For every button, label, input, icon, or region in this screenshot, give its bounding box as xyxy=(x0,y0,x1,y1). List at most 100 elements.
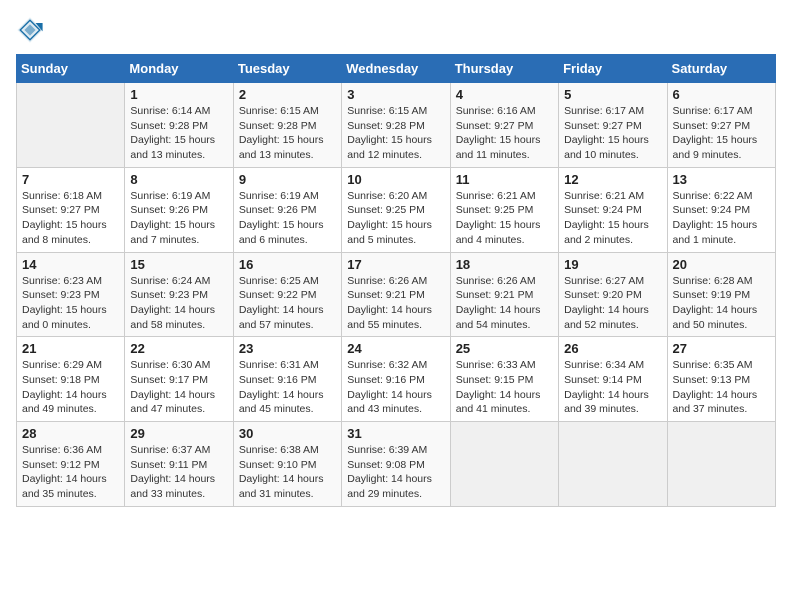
day-number: 13 xyxy=(673,172,770,187)
calendar-cell xyxy=(450,422,558,507)
weekday-header-sunday: Sunday xyxy=(17,55,125,83)
cell-data: Sunrise: 6:28 AM Sunset: 9:19 PM Dayligh… xyxy=(673,274,770,333)
cell-data: Sunrise: 6:14 AM Sunset: 9:28 PM Dayligh… xyxy=(130,104,227,163)
day-number: 26 xyxy=(564,341,661,356)
weekday-header-wednesday: Wednesday xyxy=(342,55,450,83)
calendar-cell: 23 Sunrise: 6:31 AM Sunset: 9:16 PM Dayli… xyxy=(233,337,341,422)
day-number: 4 xyxy=(456,87,553,102)
calendar-cell: 6 Sunrise: 6:17 AM Sunset: 9:27 PM Daylig… xyxy=(667,83,775,168)
weekday-header-thursday: Thursday xyxy=(450,55,558,83)
cell-data: Sunrise: 6:31 AM Sunset: 9:16 PM Dayligh… xyxy=(239,358,336,417)
cell-data: Sunrise: 6:32 AM Sunset: 9:16 PM Dayligh… xyxy=(347,358,444,417)
calendar-cell xyxy=(667,422,775,507)
cell-data: Sunrise: 6:20 AM Sunset: 9:25 PM Dayligh… xyxy=(347,189,444,248)
cell-data: Sunrise: 6:21 AM Sunset: 9:24 PM Dayligh… xyxy=(564,189,661,248)
day-number: 19 xyxy=(564,257,661,272)
calendar-cell: 4 Sunrise: 6:16 AM Sunset: 9:27 PM Daylig… xyxy=(450,83,558,168)
calendar-cell: 19 Sunrise: 6:27 AM Sunset: 9:20 PM Dayli… xyxy=(559,252,667,337)
day-number: 16 xyxy=(239,257,336,272)
cell-data: Sunrise: 6:33 AM Sunset: 9:15 PM Dayligh… xyxy=(456,358,553,417)
cell-data: Sunrise: 6:19 AM Sunset: 9:26 PM Dayligh… xyxy=(239,189,336,248)
cell-data: Sunrise: 6:29 AM Sunset: 9:18 PM Dayligh… xyxy=(22,358,119,417)
day-number: 28 xyxy=(22,426,119,441)
cell-data: Sunrise: 6:17 AM Sunset: 9:27 PM Dayligh… xyxy=(673,104,770,163)
day-number: 24 xyxy=(347,341,444,356)
day-number: 25 xyxy=(456,341,553,356)
day-number: 2 xyxy=(239,87,336,102)
day-number: 1 xyxy=(130,87,227,102)
calendar-cell: 26 Sunrise: 6:34 AM Sunset: 9:14 PM Dayli… xyxy=(559,337,667,422)
day-number: 27 xyxy=(673,341,770,356)
calendar-cell: 10 Sunrise: 6:20 AM Sunset: 9:25 PM Dayli… xyxy=(342,167,450,252)
calendar-cell: 17 Sunrise: 6:26 AM Sunset: 9:21 PM Dayli… xyxy=(342,252,450,337)
day-number: 3 xyxy=(347,87,444,102)
logo xyxy=(16,16,48,44)
day-number: 30 xyxy=(239,426,336,441)
cell-data: Sunrise: 6:36 AM Sunset: 9:12 PM Dayligh… xyxy=(22,443,119,502)
day-number: 7 xyxy=(22,172,119,187)
calendar-cell xyxy=(559,422,667,507)
cell-data: Sunrise: 6:39 AM Sunset: 9:08 PM Dayligh… xyxy=(347,443,444,502)
day-number: 17 xyxy=(347,257,444,272)
cell-data: Sunrise: 6:16 AM Sunset: 9:27 PM Dayligh… xyxy=(456,104,553,163)
calendar-cell: 7 Sunrise: 6:18 AM Sunset: 9:27 PM Daylig… xyxy=(17,167,125,252)
calendar-cell: 24 Sunrise: 6:32 AM Sunset: 9:16 PM Dayli… xyxy=(342,337,450,422)
day-number: 11 xyxy=(456,172,553,187)
calendar-week-2: 7 Sunrise: 6:18 AM Sunset: 9:27 PM Daylig… xyxy=(17,167,776,252)
calendar-week-1: 1 Sunrise: 6:14 AM Sunset: 9:28 PM Daylig… xyxy=(17,83,776,168)
calendar-cell xyxy=(17,83,125,168)
cell-data: Sunrise: 6:30 AM Sunset: 9:17 PM Dayligh… xyxy=(130,358,227,417)
calendar-cell: 16Sunrise: 6:25 AM Sunset: 9:22 PM Dayli… xyxy=(233,252,341,337)
day-number: 23 xyxy=(239,341,336,356)
calendar-cell: 28 Sunrise: 6:36 AM Sunset: 9:12 PM Dayli… xyxy=(17,422,125,507)
calendar-cell: 1 Sunrise: 6:14 AM Sunset: 9:28 PM Daylig… xyxy=(125,83,233,168)
weekday-header-tuesday: Tuesday xyxy=(233,55,341,83)
cell-data: Sunrise: 6:22 AM Sunset: 9:24 PM Dayligh… xyxy=(673,189,770,248)
calendar-week-5: 28 Sunrise: 6:36 AM Sunset: 9:12 PM Dayli… xyxy=(17,422,776,507)
cell-data: Sunrise: 6:24 AM Sunset: 9:23 PM Dayligh… xyxy=(130,274,227,333)
day-number: 29 xyxy=(130,426,227,441)
weekday-header-row: SundayMondayTuesdayWednesdayThursdayFrid… xyxy=(17,55,776,83)
calendar-cell: 20 Sunrise: 6:28 AM Sunset: 9:19 PM Dayli… xyxy=(667,252,775,337)
calendar-cell: 9 Sunrise: 6:19 AM Sunset: 9:26 PM Daylig… xyxy=(233,167,341,252)
day-number: 10 xyxy=(347,172,444,187)
cell-data: Sunrise: 6:26 AM Sunset: 9:21 PM Dayligh… xyxy=(347,274,444,333)
calendar-cell: 11 Sunrise: 6:21 AM Sunset: 9:25 PM Dayli… xyxy=(450,167,558,252)
day-number: 20 xyxy=(673,257,770,272)
calendar-week-4: 21 Sunrise: 6:29 AM Sunset: 9:18 PM Dayli… xyxy=(17,337,776,422)
cell-data: Sunrise: 6:21 AM Sunset: 9:25 PM Dayligh… xyxy=(456,189,553,248)
calendar-cell: 27 Sunrise: 6:35 AM Sunset: 9:13 PM Dayli… xyxy=(667,337,775,422)
cell-data: Sunrise: 6:15 AM Sunset: 9:28 PM Dayligh… xyxy=(347,104,444,163)
calendar-cell: 12 Sunrise: 6:21 AM Sunset: 9:24 PM Dayli… xyxy=(559,167,667,252)
weekday-header-monday: Monday xyxy=(125,55,233,83)
cell-data: Sunrise: 6:34 AM Sunset: 9:14 PM Dayligh… xyxy=(564,358,661,417)
cell-data: Sunrise: 6:17 AM Sunset: 9:27 PM Dayligh… xyxy=(564,104,661,163)
calendar-cell: 30 Sunrise: 6:38 AM Sunset: 9:10 PM Dayli… xyxy=(233,422,341,507)
cell-data: Sunrise: 6:27 AM Sunset: 9:20 PM Dayligh… xyxy=(564,274,661,333)
calendar-cell: 29 Sunrise: 6:37 AM Sunset: 9:11 PM Dayli… xyxy=(125,422,233,507)
cell-data: Sunrise: 6:19 AM Sunset: 9:26 PM Dayligh… xyxy=(130,189,227,248)
cell-data: Sunrise: 6:18 AM Sunset: 9:27 PM Dayligh… xyxy=(22,189,119,248)
calendar-cell: 21 Sunrise: 6:29 AM Sunset: 9:18 PM Dayli… xyxy=(17,337,125,422)
day-number: 12 xyxy=(564,172,661,187)
cell-data: Sunrise: 6:35 AM Sunset: 9:13 PM Dayligh… xyxy=(673,358,770,417)
day-number: 15 xyxy=(130,257,227,272)
calendar-cell: 22Sunrise: 6:30 AM Sunset: 9:17 PM Dayli… xyxy=(125,337,233,422)
calendar-cell: 5 Sunrise: 6:17 AM Sunset: 9:27 PM Daylig… xyxy=(559,83,667,168)
day-number: 8 xyxy=(130,172,227,187)
calendar-cell: 13 Sunrise: 6:22 AM Sunset: 9:24 PM Dayli… xyxy=(667,167,775,252)
day-number: 9 xyxy=(239,172,336,187)
calendar-cell: 18Sunrise: 6:26 AM Sunset: 9:21 PM Dayli… xyxy=(450,252,558,337)
cell-data: Sunrise: 6:37 AM Sunset: 9:11 PM Dayligh… xyxy=(130,443,227,502)
day-number: 21 xyxy=(22,341,119,356)
cell-data: Sunrise: 6:38 AM Sunset: 9:10 PM Dayligh… xyxy=(239,443,336,502)
day-number: 18 xyxy=(456,257,553,272)
day-number: 6 xyxy=(673,87,770,102)
day-number: 5 xyxy=(564,87,661,102)
calendar-cell: 2Sunrise: 6:15 AM Sunset: 9:28 PM Daylig… xyxy=(233,83,341,168)
logo-icon xyxy=(16,16,44,44)
calendar-cell: 14Sunrise: 6:23 AM Sunset: 9:23 PM Dayli… xyxy=(17,252,125,337)
page-header xyxy=(16,16,776,44)
calendar-cell: 3 Sunrise: 6:15 AM Sunset: 9:28 PM Daylig… xyxy=(342,83,450,168)
cell-data: Sunrise: 6:23 AM Sunset: 9:23 PM Dayligh… xyxy=(22,274,119,333)
